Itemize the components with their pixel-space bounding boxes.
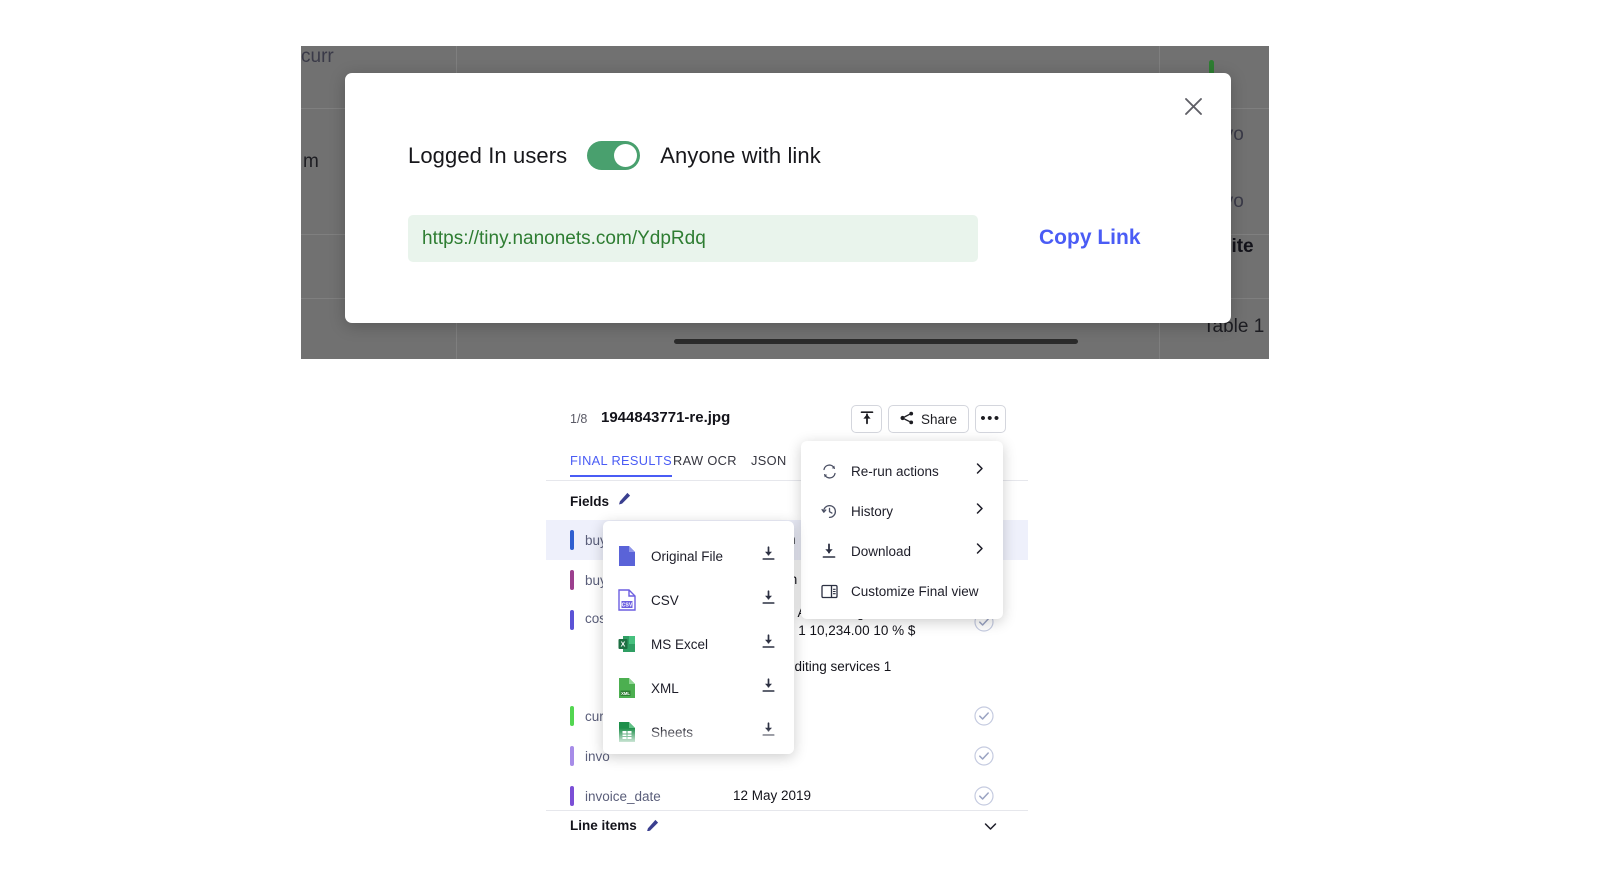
download-icon	[820, 542, 838, 560]
menu-item-label: Customize Final view	[851, 583, 979, 599]
file-name-label: 1944843771-re.jpg	[601, 409, 731, 426]
share-visibility-row: Logged In users Anyone with link	[408, 141, 821, 170]
download-option-sheets[interactable]: Sheets	[603, 710, 794, 754]
menu-item-label: History	[851, 503, 894, 519]
download-option-label: MS Excel	[651, 636, 709, 652]
screen-root: m curr invo invo ne ite Table 1 Logged I…	[0, 0, 1600, 884]
menu-item-download[interactable]: Download	[801, 531, 1003, 571]
svg-text:X: X	[621, 642, 626, 649]
file-icon	[616, 544, 638, 568]
more-dots-icon: •••	[980, 410, 1001, 427]
field-value: 12 May 2019	[733, 788, 812, 803]
horizontal-scrollbar[interactable]	[674, 339, 1078, 344]
share-icon	[900, 411, 914, 428]
history-icon	[820, 502, 838, 520]
field-value-line3: uditing services 1	[787, 659, 892, 674]
anyone-with-link-toggle[interactable]	[587, 141, 641, 170]
line-items-section-header[interactable]: Line items	[546, 810, 1028, 831]
document-header: 1/8 1944843771-re.jpg Share •••	[546, 396, 1028, 444]
menu-item-customize-final-view[interactable]: Customize Final view	[801, 571, 1003, 611]
pencil-icon[interactable]	[646, 819, 659, 831]
tab-json[interactable]: JSON	[751, 453, 787, 475]
download-icon[interactable]	[761, 634, 776, 654]
svg-text:XML: XML	[621, 691, 630, 696]
field-verified-icon[interactable]	[974, 746, 994, 766]
field-key: cur	[585, 708, 604, 724]
share-button-label: Share	[920, 411, 958, 427]
download-option-label: Original File	[651, 548, 724, 564]
copy-link-button[interactable]: Copy Link	[1039, 226, 1141, 250]
download-option-label: CSV	[651, 592, 679, 608]
refresh-icon	[820, 462, 838, 480]
share-link-input[interactable]: https://tiny.nanonets.com/YdpRdq	[408, 215, 978, 262]
download-option-ms-excel[interactable]: X MS Excel	[603, 622, 794, 666]
download-option-xml[interactable]: XML XML	[603, 666, 794, 710]
field-value-line2: n 1 10,234.00 10 % $	[787, 623, 916, 638]
field-verified-icon[interactable]	[974, 786, 994, 806]
fields-section-header: Fields	[570, 492, 631, 510]
layout-icon	[820, 582, 838, 600]
menu-item-history[interactable]: History	[801, 491, 1003, 531]
anyone-with-link-label: Anyone with link	[660, 142, 821, 168]
close-icon[interactable]	[1176, 89, 1210, 123]
download-icon[interactable]	[761, 678, 776, 698]
field-accent-bar	[570, 706, 574, 726]
chevron-right-icon	[973, 542, 986, 560]
more-options-button[interactable]: •••	[975, 405, 1006, 433]
sheets-file-icon	[616, 720, 638, 744]
more-options-menu: Re-run actions History Download Customiz…	[801, 441, 1003, 619]
chevron-down-icon[interactable]	[983, 819, 998, 831]
excel-file-icon: X	[616, 632, 638, 656]
download-option-label: XML	[651, 680, 679, 696]
menu-item-label: Download	[851, 543, 912, 559]
download-icon[interactable]	[761, 722, 776, 742]
download-option-original-file[interactable]: Original File	[603, 534, 794, 578]
chevron-right-icon	[973, 462, 986, 480]
field-accent-bar	[570, 746, 574, 766]
share-link-value: https://tiny.nanonets.com/YdpRdq	[422, 227, 706, 249]
backdrop-text-fragment: curr	[301, 46, 334, 67]
upload-button[interactable]	[851, 405, 882, 433]
download-submenu: Original File CSV CSV X MS Excel XML XML…	[603, 521, 794, 754]
xml-file-icon: XML	[616, 676, 638, 700]
pencil-icon[interactable]	[618, 492, 631, 510]
tab-raw-ocr[interactable]: RAW OCR	[673, 453, 737, 475]
field-accent-bar	[570, 786, 574, 806]
share-button[interactable]: Share	[888, 405, 969, 433]
menu-item-rerun-actions[interactable]: Re-run actions	[801, 451, 1003, 491]
field-verified-icon[interactable]	[974, 706, 994, 726]
fields-title: Fields	[570, 493, 610, 509]
field-accent-bar	[570, 570, 574, 590]
download-option-label: Sheets	[651, 724, 694, 740]
logged-in-users-label: Logged In users	[408, 142, 568, 168]
chevron-right-icon	[973, 502, 986, 520]
download-icon[interactable]	[761, 590, 776, 610]
upload-icon	[860, 410, 874, 428]
svg-text:CSV: CSV	[622, 603, 633, 609]
download-icon[interactable]	[761, 546, 776, 566]
field-key: invoice_date	[585, 788, 661, 804]
toggle-knob	[614, 144, 638, 167]
field-accent-bar	[570, 610, 574, 630]
menu-item-label: Re-run actions	[851, 463, 939, 479]
backdrop-text-fragment: m	[303, 151, 319, 172]
download-option-csv[interactable]: CSV CSV	[603, 578, 794, 622]
line-items-title: Line items	[570, 818, 637, 831]
csv-file-icon: CSV	[616, 588, 638, 612]
page-counter: 1/8	[570, 412, 588, 426]
share-dialog: Logged In users Anyone with link https:/…	[345, 73, 1231, 323]
tab-final-results[interactable]: FINAL RESULTS	[570, 453, 672, 477]
field-accent-bar	[570, 530, 574, 550]
